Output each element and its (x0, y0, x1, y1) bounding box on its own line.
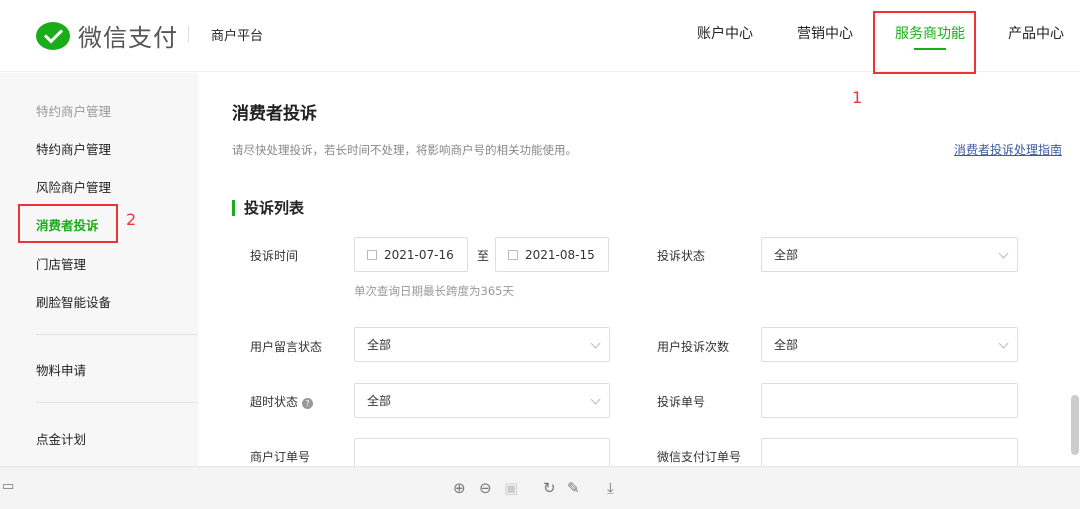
date-range-note: 单次查询日期最长跨度为365天 (354, 284, 514, 298)
sidebar-item-store[interactable]: 门店管理 (36, 254, 86, 273)
timeout-label-text: 超时状态 (250, 395, 299, 409)
wechat-order-label: 微信支付订单号 (657, 450, 742, 464)
calendar-icon (367, 249, 377, 260)
complaint-status-select[interactable]: 全部 (761, 237, 1018, 272)
sidebar-divider (36, 402, 198, 403)
complaint-number-input[interactable] (761, 383, 1018, 418)
chevron-down-icon (998, 338, 1009, 349)
select-value: 全部 (367, 394, 392, 408)
brand-name: 微信支付 (78, 24, 178, 52)
sidebar-item-materials[interactable]: 物料申请 (36, 360, 86, 379)
annotation-label-2: 2 (126, 210, 137, 229)
nav-account-center[interactable]: 账户中心 (697, 23, 753, 43)
timeout-status-label: 超时状态? (250, 393, 314, 410)
zoom-out-icon[interactable]: ⊖ (479, 479, 492, 497)
select-value: 全部 (774, 338, 799, 352)
edit-icon[interactable]: ✎ (567, 479, 580, 497)
merchant-order-label: 商户订单号 (250, 450, 311, 464)
message-status-select[interactable]: 全部 (354, 327, 610, 362)
page-title: 消费者投诉 (232, 104, 317, 124)
calendar-icon (508, 249, 518, 260)
page-hint: 请尽快处理投诉，若长时间不处理，将影响商户号的相关功能使用。 (232, 143, 577, 157)
sidebar-item-dianjin[interactable]: 点金计划 (36, 429, 86, 448)
sidebar (0, 73, 198, 466)
sidebar-item-special-merchant[interactable]: 特约商户管理 (36, 139, 111, 158)
complaint-count-label: 用户投诉次数 (657, 340, 730, 354)
complaint-guide-link[interactable]: 消费者投诉处理指南 (954, 141, 1062, 158)
start-date-value: 2021-07-16 (384, 247, 454, 262)
sidebar-divider (36, 334, 198, 335)
complaint-status-label: 投诉状态 (657, 249, 706, 263)
wechat-pay-icon (36, 21, 70, 50)
help-icon[interactable]: ? (302, 398, 314, 409)
fit-icon[interactable]: ▣ (504, 479, 518, 497)
section-title: 投诉列表 (232, 200, 304, 216)
download-icon[interactable]: ⤓ (607, 479, 614, 497)
chevron-down-icon (590, 394, 601, 405)
viewer-toolbar: ▭ ⊕ ⊖ ▣ ↻ ✎ ⤓ (0, 466, 1080, 509)
complaint-time-label: 投诉时间 (250, 249, 299, 263)
end-date-value: 2021-08-15 (525, 247, 595, 262)
chevron-down-icon (590, 338, 601, 349)
nav-marketing-center[interactable]: 营销中心 (797, 23, 853, 43)
complaint-number-label: 投诉单号 (657, 395, 706, 409)
sidebar-group-title: 特约商户管理 (36, 104, 112, 119)
timeout-status-select[interactable]: 全部 (354, 383, 610, 418)
thumbnail-icon[interactable]: ▭ (2, 479, 14, 494)
start-date-input[interactable]: 2021-07-16 (354, 237, 468, 272)
rotate-icon[interactable]: ↻ (543, 479, 556, 497)
message-status-label: 用户留言状态 (250, 340, 323, 354)
complaint-count-select[interactable]: 全部 (761, 327, 1018, 362)
scrollbar[interactable] (1071, 395, 1079, 455)
select-value: 全部 (774, 248, 799, 262)
divider (188, 26, 189, 42)
platform-name: 商户平台 (211, 29, 264, 44)
sidebar-item-risk-merchant[interactable]: 风险商户管理 (36, 177, 111, 196)
wechat-pay-logo[interactable]: 微信支付 (36, 18, 178, 53)
annotation-box-2 (18, 204, 118, 243)
select-value: 全部 (367, 338, 392, 352)
zoom-in-icon[interactable]: ⊕ (453, 479, 466, 497)
sidebar-item-face-device[interactable]: 刷脸智能设备 (36, 292, 111, 311)
annotation-label-1: 1 (852, 88, 863, 107)
date-separator: 至 (477, 249, 490, 263)
annotation-box-1 (873, 11, 976, 74)
nav-product-center[interactable]: 产品中心 (1008, 23, 1064, 43)
chevron-down-icon (998, 248, 1009, 259)
end-date-input[interactable]: 2021-08-15 (495, 237, 609, 272)
